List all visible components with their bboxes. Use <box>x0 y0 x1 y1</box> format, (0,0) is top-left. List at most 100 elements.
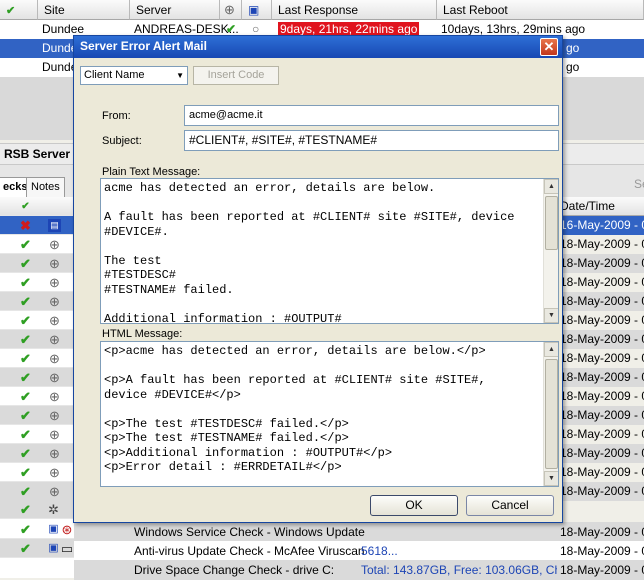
date-column: 16-May-2009 - 06 18-May-2009 - 06 18-May… <box>556 216 644 501</box>
globe-icon: ⊕ <box>49 408 60 423</box>
grid-row[interactable]: ✔ ⊕ <box>0 482 74 501</box>
grid-row[interactable]: ✔ ▣ ▭ <box>0 539 74 558</box>
check-icon: ✔ <box>20 275 31 290</box>
check-name-cell: Anti-virus Update Check - McAfee Virusca… <box>134 544 365 558</box>
last-response-column-label: Last Response <box>278 3 359 17</box>
html-message-editor[interactable]: <p>acme has detected an error, details a… <box>100 341 559 487</box>
check-icon: ✔ <box>20 351 31 366</box>
grid-row[interactable]: ✔ ⊕ <box>0 292 74 311</box>
date-cell: 18-May-2009 - 06 <box>560 389 644 403</box>
tab-notes[interactable]: Notes <box>26 177 65 197</box>
site-column-header[interactable]: Site <box>38 0 130 20</box>
date-cell: 18-May-2009 - 06 <box>560 275 644 289</box>
grid-row[interactable]: ✔ ⊕ <box>0 349 74 368</box>
grid-row[interactable]: ✔ ⊕ <box>0 273 74 292</box>
grid-row[interactable]: ✔ ⊕ <box>0 311 74 330</box>
check-row[interactable]: Drive Space Change Check - drive C: Tota… <box>74 560 644 580</box>
globe-icon: ⊕ <box>49 275 60 290</box>
grid-row[interactable]: ✔ ⊕ <box>0 387 74 406</box>
plain-text-editor[interactable]: acme has detected an error, details are … <box>100 178 559 324</box>
server-column-header[interactable]: Server <box>130 0 220 20</box>
date-cell: 16-May-2009 - 06 <box>556 216 644 235</box>
insert-code-label: Insert Code <box>207 69 265 81</box>
date-column-header[interactable]: Date/Time <box>556 197 644 216</box>
variable-select[interactable]: Client Name ▼ <box>80 66 188 85</box>
html-message-scrollbar[interactable]: ▲ ▼ <box>543 342 558 486</box>
grid-row[interactable]: ✔ ▣ ⊛ <box>0 520 74 539</box>
scroll-up-icon[interactable]: ▲ <box>544 179 558 194</box>
dialog-title: Server Error Alert Mail <box>80 39 207 53</box>
calendar-column-header[interactable]: ▣ <box>242 0 272 20</box>
scroll-thumb[interactable] <box>545 196 558 250</box>
from-field[interactable]: acme@acme.it <box>184 105 559 126</box>
scroll-thumb[interactable] <box>545 359 558 469</box>
grid-row[interactable]: ✔ ⊕ <box>0 235 74 254</box>
close-button[interactable]: ✕ <box>540 38 558 56</box>
dialog-titlebar[interactable]: Server Error Alert Mail ✕ <box>74 36 562 58</box>
close-icon: ✕ <box>543 39 555 54</box>
date-cell: 18-May-2009 - 06 <box>560 351 644 365</box>
check-row[interactable]: Anti-virus Update Check - McAfee Virusca… <box>74 541 644 561</box>
subject-field[interactable]: #CLIENT#, #SITE#, #TESTNAME# <box>184 130 559 151</box>
check-icon: ✔ <box>20 313 31 328</box>
grid-row[interactable]: ✔ ⊕ <box>0 330 74 349</box>
check-name-cell: Drive Space Change Check - drive C: <box>134 563 335 577</box>
date-cell: 18-May-2009 - 06 <box>556 330 644 349</box>
globe-icon: ⊕ <box>49 370 60 385</box>
globe-icon: ⊕ <box>49 256 60 271</box>
date-column-label: Date/Time <box>560 199 615 213</box>
globe-icon: ⊕ <box>49 484 60 499</box>
check-icon: ✔ <box>20 502 31 517</box>
check-icon: ✔ <box>20 427 31 442</box>
globe-column-header[interactable]: ⊕ <box>220 0 242 20</box>
grid-row[interactable]: ✔ ⊕ <box>0 444 74 463</box>
check-icon: ✔ <box>20 370 31 385</box>
check-icon: ✔ <box>20 465 31 480</box>
check-icon: ✔ <box>20 294 31 309</box>
site-column-label: Site <box>44 3 65 17</box>
grid-row[interactable]: ✔ ⊕ <box>0 368 74 387</box>
grid-row[interactable]: ✔ ⊕ <box>0 406 74 425</box>
variable-select-value: Client Name <box>84 69 145 81</box>
scroll-down-icon[interactable]: ▼ <box>544 471 558 486</box>
grid-row-selected[interactable]: ✖ ▤ <box>0 216 74 235</box>
status-column-header[interactable]: ✔ <box>0 0 38 20</box>
alert-mail-dialog: Server Error Alert Mail ✕ Client Name ▼ … <box>73 35 563 523</box>
ok-button[interactable]: OK <box>370 495 458 516</box>
last-reboot-cell: go <box>566 41 580 55</box>
from-label: From: <box>102 110 131 122</box>
last-response-column-header[interactable]: Last Response <box>272 0 437 20</box>
details-cell: Total: 143.87GB, Free: 103.06GB, Chang..… <box>361 563 557 577</box>
grid-row[interactable]: ✔ ⊕ <box>0 463 74 482</box>
scroll-up-icon[interactable]: ▲ <box>544 342 558 357</box>
insert-code-button[interactable]: Insert Code <box>193 66 279 85</box>
date-cell: 18-May-2009 - 06 <box>560 544 644 558</box>
last-reboot-column-label: Last Reboot <box>443 3 508 17</box>
date-cell: 18-May-2009 - 06 <box>556 254 644 273</box>
check-icon: ✔ <box>20 446 31 461</box>
check-icon: ✔ <box>6 5 16 17</box>
check-icon: ✔ <box>20 332 31 347</box>
cancel-label: Cancel <box>491 498 529 512</box>
grid-row[interactable]: ✔ ⊕ <box>0 254 74 273</box>
globe-icon: ⊕ <box>49 446 60 461</box>
date-cell: 18-May-2009 - 06 <box>560 563 644 577</box>
scroll-down-icon[interactable]: ▼ <box>544 308 558 323</box>
ok-label: OK <box>405 498 423 512</box>
date-cell: 18-May-2009 - 06 <box>556 368 644 387</box>
date-cell: 18-May-2009 - 06 <box>560 237 644 251</box>
globe-icon: ⊕ <box>49 427 60 442</box>
section-title: RSB Server <box>4 147 71 161</box>
grid-row[interactable]: ✔ ⊕ <box>0 425 74 444</box>
globe-icon: ⊕ <box>49 313 60 328</box>
last-reboot-column-header[interactable]: Last Reboot <box>437 0 644 20</box>
grid-row[interactable]: ✔ ✲ <box>0 500 74 519</box>
date-cell: 18-May-2009 - 06 <box>556 482 644 501</box>
plain-text-scrollbar[interactable]: ▲ ▼ <box>543 179 558 323</box>
date-cell: 18-May-2009 - 06 <box>556 292 644 311</box>
checks-grid-icons: ✔ ✖ ▤ ✔ ⊕ ✔ ⊕ ✔ ⊕ ✔ ⊕ ✔ ⊕ ✔ ⊕ ✔ ⊕ ✔ ⊕ ✔ ⊕ ✔ ⊕ ✔ ⊕ ✔… <box>0 197 74 578</box>
globe-icon: ⊕ <box>49 465 60 480</box>
check-icon: ✔ <box>20 237 31 252</box>
cancel-button[interactable]: Cancel <box>466 495 554 516</box>
check-row[interactable]: Windows Service Check - Windows Update 1… <box>74 522 644 542</box>
